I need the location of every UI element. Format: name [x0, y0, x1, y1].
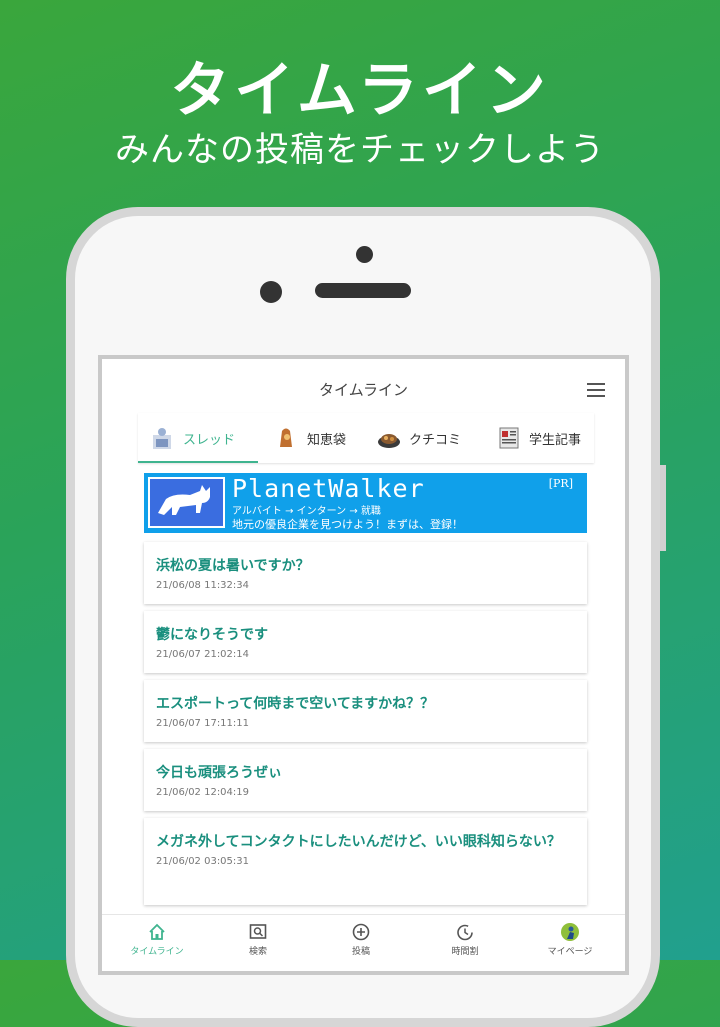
tab-student-article-label: 学生記事: [529, 432, 582, 448]
banner-description: 地元の優良企業を見つけよう！まずは、登録！: [232, 518, 463, 531]
tab-review-label: クチコミ: [409, 432, 462, 448]
post-item[interactable]: メガネ外してコンタクトにしたいんだけど、いい眼科知らない？ 21/06/02 0…: [144, 818, 587, 905]
post-date: 21/06/02 03:05:31: [156, 856, 250, 867]
post-item[interactable]: 鬱になりそうです 21/06/07 21:02:14: [144, 611, 587, 673]
tab-bar: スレッド 知恵袋 クチコミ 学生記事: [138, 413, 594, 463]
active-tab-indicator: [138, 461, 258, 463]
cat-logo-icon: [148, 477, 225, 528]
nav-timetable-label: 時間割: [451, 947, 479, 957]
bottom-nav: タイムライン 検索 投稿 時間割 マイページ: [102, 914, 625, 971]
post-title: 浜松の夏は暑いですか？: [156, 558, 310, 574]
timetable-icon: [457, 924, 473, 941]
ad-banner[interactable]: PlanetWalker [PR] アルバイト → インターン → 就職 地元の…: [144, 473, 587, 533]
post-title: 今日も頑張ろうぜぃ: [156, 765, 282, 781]
tab-review[interactable]: クチコミ: [376, 413, 461, 463]
nav-mypage-label: マイページ: [547, 947, 593, 957]
post-date: 21/06/07 17:11:11: [156, 718, 250, 729]
nav-timetable[interactable]: 時間割: [415, 923, 515, 957]
post-title: 鬱になりそうです: [156, 627, 268, 643]
review-icon: [376, 425, 402, 451]
page-title: タイムライン: [319, 381, 408, 399]
post-item[interactable]: エスポートって何時まで空いてますかね？？ 21/06/07 17:11:11: [144, 680, 587, 742]
post-item[interactable]: 浜松の夏は暑いですか？ 21/06/08 11:32:34: [144, 542, 587, 604]
nav-search-label: 検索: [248, 947, 267, 957]
nav-timeline-label: タイムライン: [130, 947, 184, 957]
nav-post-label: 投稿: [351, 947, 370, 957]
post-title: メガネ外してコンタクトにしたいんだけど、いい眼科知らない？: [156, 834, 561, 850]
nav-search[interactable]: 検索: [208, 923, 308, 957]
tab-wisdom[interactable]: 知恵袋: [274, 413, 346, 463]
tab-wisdom-label: 知恵袋: [307, 432, 347, 448]
search-icon: [249, 924, 267, 939]
wisdom-bag-icon: [274, 425, 300, 451]
app-screen: タイムライン スレッド 知恵袋 クチコミ 学生記事 PlanetWalker […: [98, 355, 629, 975]
tab-thread[interactable]: スレッド: [150, 413, 235, 463]
post-date: 21/06/07 21:02:14: [156, 649, 250, 660]
student-article-icon: [496, 425, 522, 451]
banner-name: PlanetWalker: [232, 474, 425, 503]
promo-subtitle: みんなの投稿をチェックしよう: [115, 130, 605, 170]
banner-tagline: アルバイト → インターン → 就職: [232, 506, 381, 517]
front-camera: [356, 246, 373, 263]
post-item[interactable]: 今日も頑張ろうぜぃ 21/06/02 12:04:19: [144, 749, 587, 811]
avatar-icon: [561, 923, 579, 941]
promo-title: タイムライン: [170, 56, 550, 126]
post-date: 21/06/08 11:32:34: [156, 580, 250, 591]
post-date: 21/06/02 12:04:19: [156, 787, 250, 798]
nav-timeline[interactable]: タイムライン: [107, 923, 207, 957]
proximity-sensor: [260, 281, 282, 303]
nav-mypage[interactable]: マイページ: [520, 923, 620, 957]
banner-pr-label: [PR]: [548, 477, 573, 490]
nav-post[interactable]: 投稿: [311, 923, 411, 957]
home-icon: [149, 923, 165, 940]
post-title: エスポートって何時まで空いてますかね？？: [156, 696, 435, 712]
hamburger-menu-icon[interactable]: [587, 383, 605, 397]
app-bar: タイムライン: [102, 359, 625, 417]
tab-thread-label: スレッド: [183, 432, 236, 448]
add-post-icon: [352, 923, 370, 941]
thread-icon: [150, 425, 176, 451]
tab-student-article[interactable]: 学生記事: [496, 413, 581, 463]
earpiece-speaker: [315, 283, 411, 298]
